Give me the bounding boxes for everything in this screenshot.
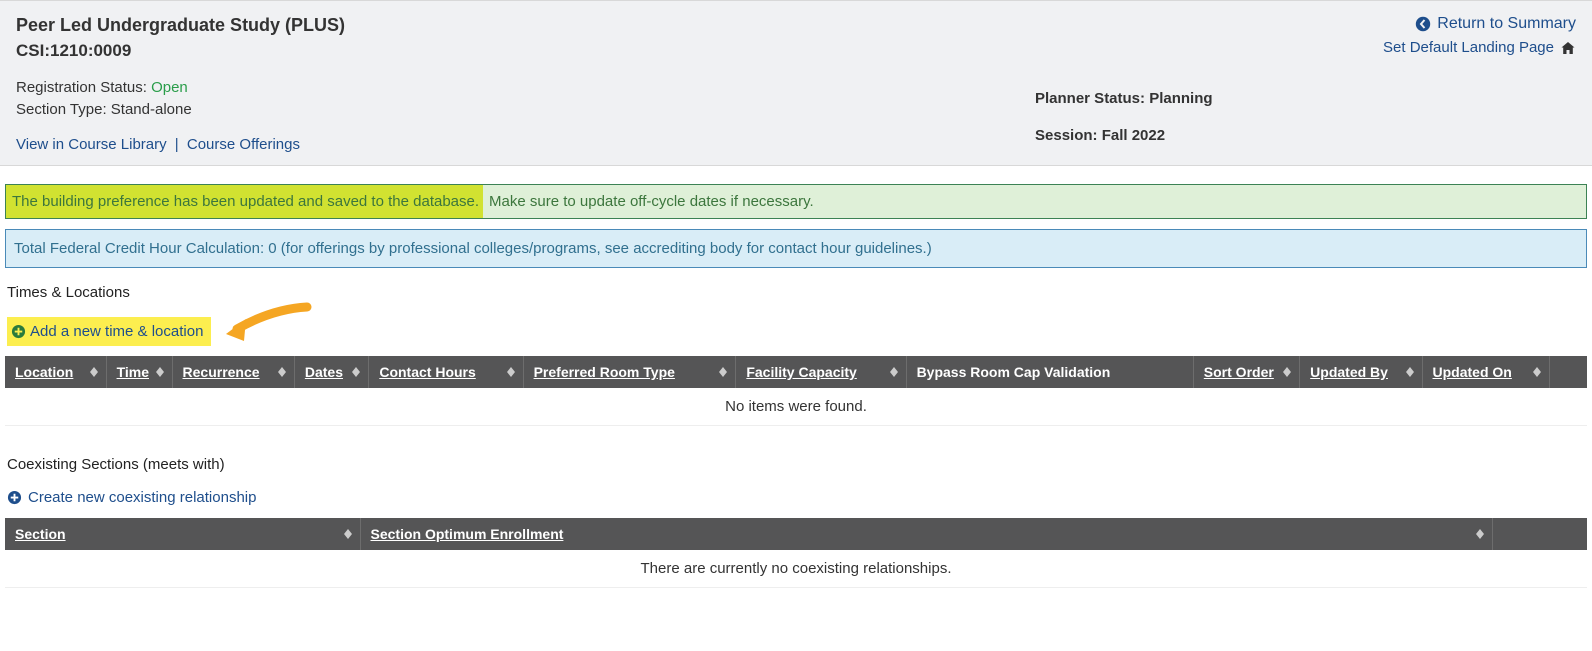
times-locations-table: Location Time Recurrence Dates Contact H… (5, 356, 1587, 426)
session-info: Session: Fall 2022 (1035, 127, 1213, 144)
col-updated-on[interactable]: Updated On (1422, 356, 1550, 388)
add-time-location-label: Add a new time & location (30, 323, 203, 340)
col-time[interactable]: Time (106, 356, 172, 388)
course-title: Peer Led Undergraduate Study (PLUS) (16, 15, 1383, 36)
col-actions (1492, 518, 1587, 550)
view-course-library-link[interactable]: View in Course Library (16, 136, 167, 153)
section-type-label: Section Type: (16, 101, 111, 118)
course-code: CSI:1210:0009 (16, 41, 1383, 61)
col-preferred-room[interactable]: Preferred Room Type (523, 356, 736, 388)
reg-status-value: Open (151, 79, 188, 96)
times-locations-heading: Times & Locations (5, 284, 1587, 301)
col-section[interactable]: Section (5, 518, 360, 550)
col-actions (1550, 356, 1587, 388)
col-recurrence[interactable]: Recurrence (172, 356, 294, 388)
sort-icon (156, 367, 164, 377)
col-optimum[interactable]: Section Optimum Enrollment (360, 518, 1492, 550)
coexisting-empty-message: There are currently no coexisting relati… (5, 550, 1587, 588)
planner-status: Planner Status: Planning (1035, 90, 1213, 107)
home-icon (1560, 40, 1576, 56)
table-empty-row: There are currently no coexisting relati… (5, 550, 1587, 588)
plus-circle-icon (11, 324, 26, 339)
chevron-left-circle-icon (1415, 16, 1431, 32)
content-area: The building preference has been updated… (0, 184, 1592, 588)
sort-icon (1406, 367, 1414, 377)
planner-status-value: Planning (1149, 90, 1212, 107)
create-coexisting-label: Create new coexisting relationship (28, 489, 256, 506)
sort-icon (278, 367, 286, 377)
sort-icon (507, 367, 515, 377)
sort-icon (1283, 367, 1291, 377)
default-landing-label: Set Default Landing Page (1383, 39, 1554, 56)
sort-icon (90, 367, 98, 377)
add-time-location-wrap: Add a new time & location (7, 317, 211, 346)
col-sort-order[interactable]: Sort Order (1193, 356, 1299, 388)
col-updated-by[interactable]: Updated By (1300, 356, 1422, 388)
session-label: Session: (1035, 127, 1102, 144)
session-value: Fall 2022 (1102, 127, 1165, 144)
return-summary-link[interactable]: Return to Summary (1415, 15, 1576, 33)
default-landing-link[interactable]: Set Default Landing Page (1383, 39, 1576, 56)
coexisting-table: Section Section Optimum Enrollment There… (5, 518, 1587, 588)
link-divider: | (175, 136, 179, 153)
create-coexisting-link[interactable]: Create new coexisting relationship (7, 489, 256, 506)
coexisting-heading: Coexisting Sections (meets with) (5, 456, 1587, 473)
col-facility-capacity[interactable]: Facility Capacity (736, 356, 906, 388)
page-header: Peer Led Undergraduate Study (PLUS) CSI:… (0, 0, 1592, 166)
table-header-row: Section Section Optimum Enrollment (5, 518, 1587, 550)
info-alert: Total Federal Credit Hour Calculation: 0… (5, 229, 1587, 268)
reg-status-label: Registration Status: (16, 79, 151, 96)
success-alert-rest: Make sure to update off-cycle dates if n… (483, 185, 820, 218)
header-right: Return to Summary Set Default Landing Pa… (1383, 15, 1576, 153)
col-contact-hours[interactable]: Contact Hours (369, 356, 523, 388)
table-empty-message: No items were found. (5, 388, 1587, 426)
sort-icon (719, 367, 727, 377)
sort-icon (890, 367, 898, 377)
add-time-location-link[interactable]: Add a new time & location (11, 323, 203, 340)
success-alert: The building preference has been updated… (5, 184, 1587, 219)
col-dates[interactable]: Dates (294, 356, 368, 388)
sort-icon (344, 529, 352, 539)
planner-status-label: Planner Status: (1035, 90, 1149, 107)
arrow-annotation-icon (222, 299, 312, 353)
return-summary-label: Return to Summary (1437, 15, 1576, 33)
planner-info: Planner Status: Planning Session: Fall 2… (1035, 90, 1213, 164)
success-alert-highlight: The building preference has been updated… (6, 185, 483, 218)
course-offerings-link[interactable]: Course Offerings (187, 136, 300, 153)
plus-circle-icon (7, 490, 22, 505)
table-empty-row: No items were found. (5, 388, 1587, 426)
col-location[interactable]: Location (5, 356, 106, 388)
col-bypass: Bypass Room Cap Validation (906, 356, 1193, 388)
sort-icon (352, 367, 360, 377)
section-type-value: Stand-alone (111, 101, 192, 118)
sort-icon (1533, 367, 1541, 377)
table-header-row: Location Time Recurrence Dates Contact H… (5, 356, 1587, 388)
sort-icon (1476, 529, 1484, 539)
